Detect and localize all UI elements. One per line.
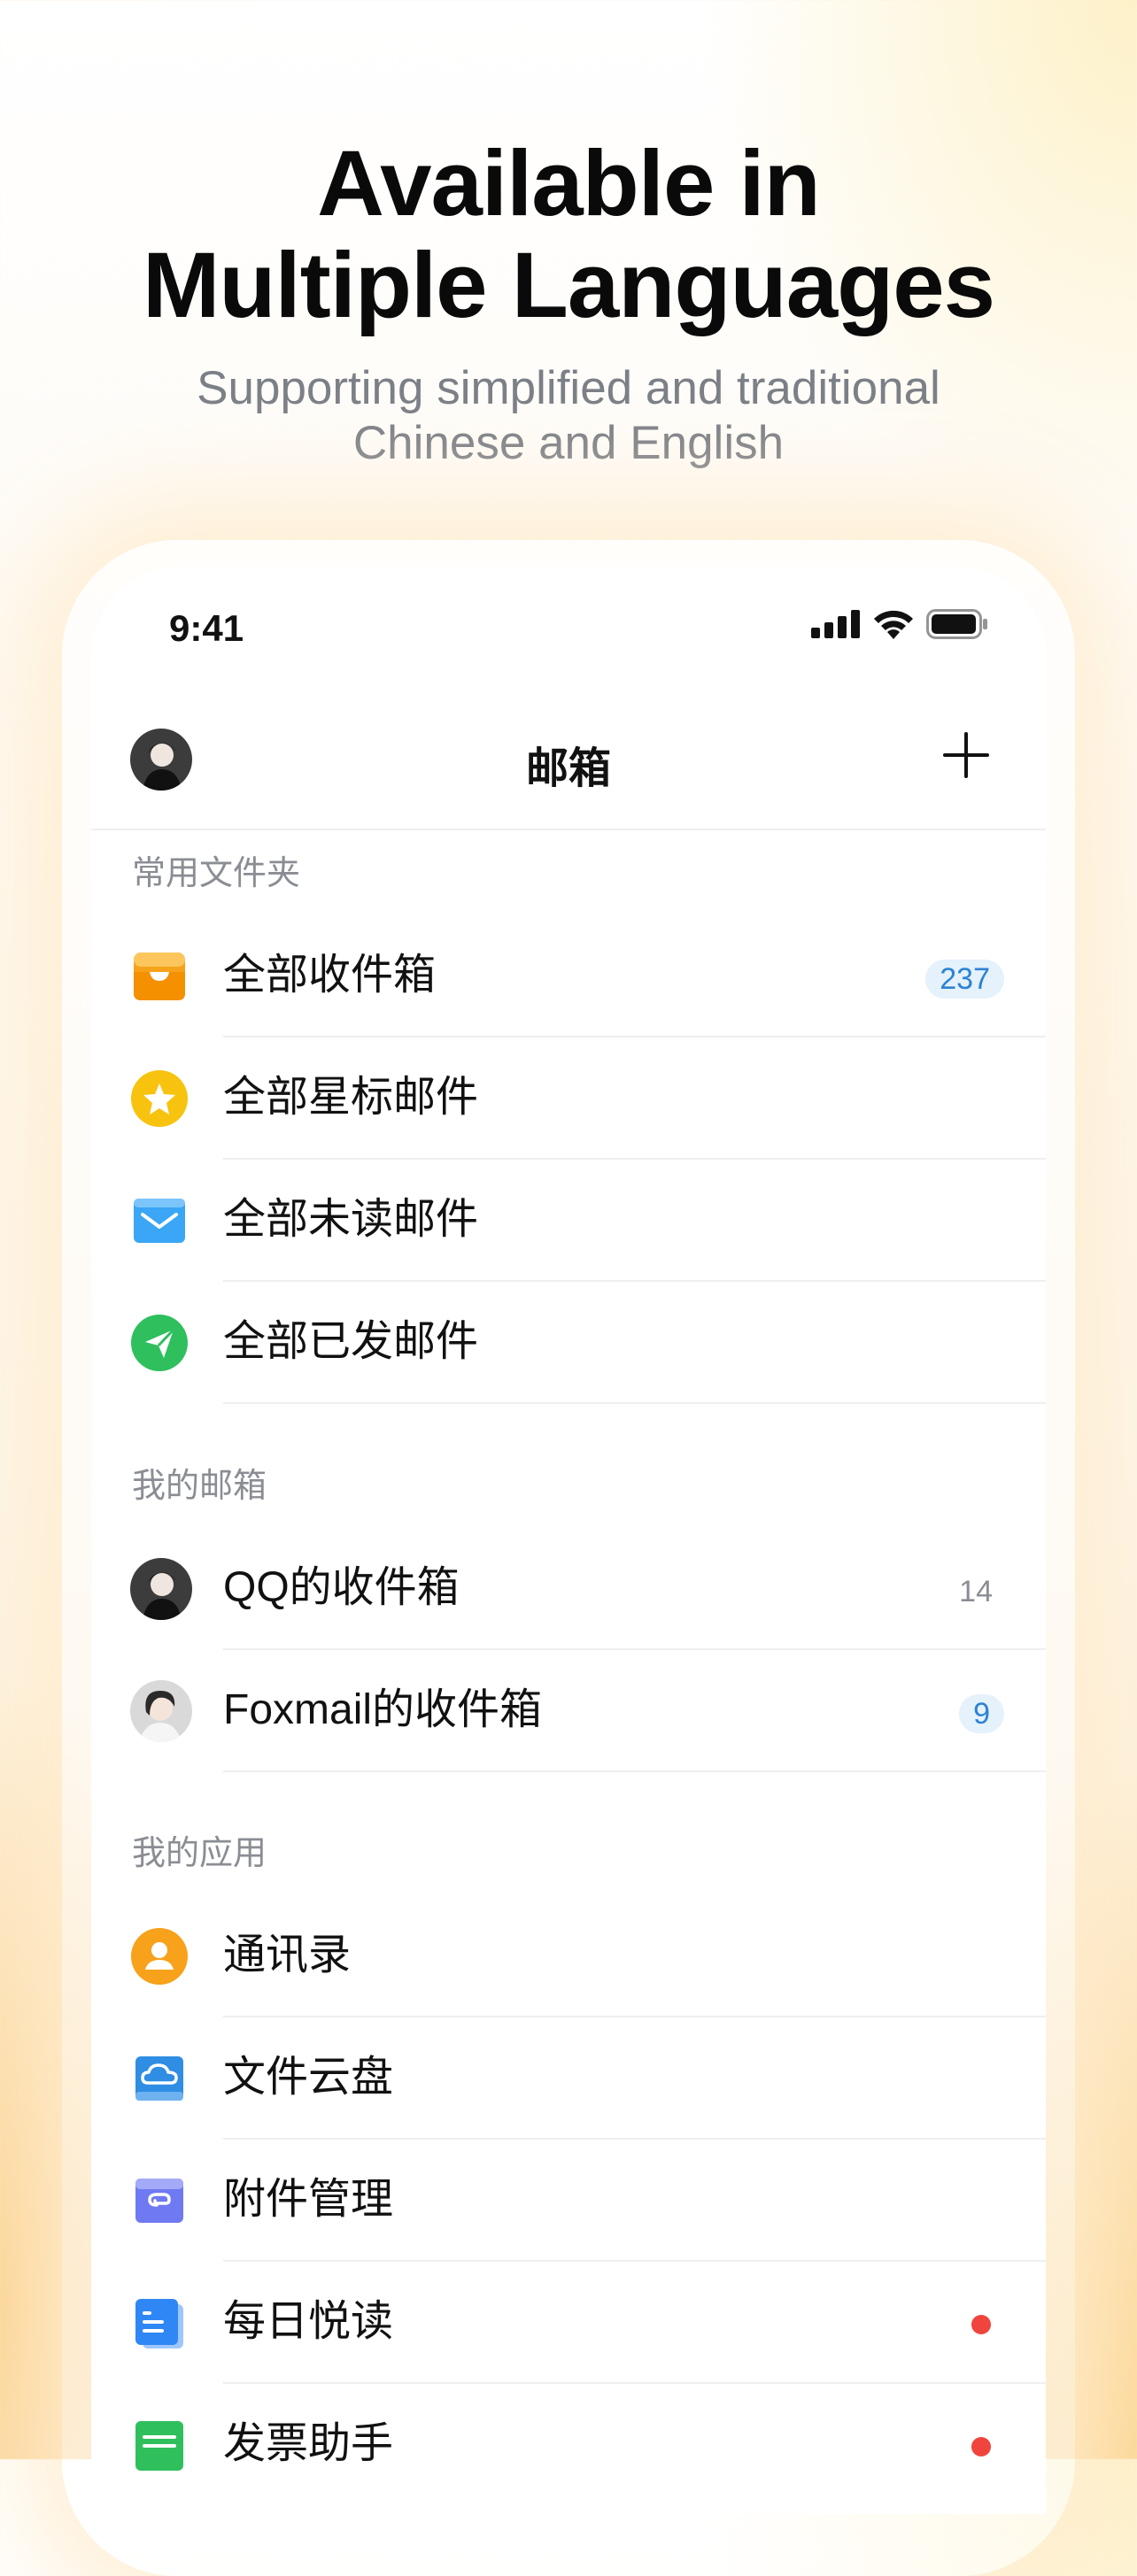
contacts-icon bbox=[131, 1928, 188, 1985]
foxmail-avatar bbox=[130, 1680, 192, 1742]
page-title: 邮箱 bbox=[525, 745, 611, 792]
section-my-apps: 我的应用 bbox=[132, 1835, 267, 1872]
hero: Available in Multiple Languages Supporti… bbox=[0, 133, 1137, 471]
inbox-icon bbox=[134, 953, 185, 1000]
status-bar: 9:41 bbox=[91, 567, 1046, 690]
signal-icon bbox=[811, 610, 860, 638]
app-label: 每日悦读 bbox=[223, 2298, 394, 2345]
attachment-icon bbox=[135, 2179, 183, 2223]
sent-icon bbox=[131, 1315, 188, 1371]
app-row-invoice[interactable]: 发票助手 bbox=[91, 2384, 1046, 2506]
mailbox-label: QQ的收件箱 bbox=[223, 1564, 460, 1611]
unread-mail-icon bbox=[134, 1199, 185, 1243]
folder-label: 全部已发邮件 bbox=[223, 1318, 479, 1365]
battery-icon bbox=[926, 609, 987, 639]
hero-subtitle-line1: Supporting simplified and traditional bbox=[197, 362, 940, 414]
mailbox-row-qq[interactable]: QQ的收件箱 14 bbox=[91, 1528, 1046, 1650]
hero-subtitle: Supporting simplified and traditional Ch… bbox=[0, 361, 1137, 471]
mailbox-count: 14 bbox=[959, 1575, 993, 1608]
mailbox-row-foxmail[interactable]: Foxmail的收件箱 9 bbox=[91, 1650, 1046, 1772]
app-row-attachments[interactable]: 附件管理 bbox=[91, 2140, 1046, 2262]
divider bbox=[223, 1770, 1046, 1772]
folder-row-all-inbox[interactable]: 全部收件箱 237 bbox=[91, 915, 1046, 1037]
app-label: 通讯录 bbox=[223, 1932, 352, 1978]
hero-subtitle-line2: Chinese and English bbox=[352, 417, 785, 469]
star-icon bbox=[131, 1070, 188, 1127]
app-row-daily-reading[interactable]: 每日悦读 bbox=[91, 2262, 1046, 2384]
nav-bar: 邮箱 bbox=[91, 690, 1046, 830]
folder-label: 全部星标邮件 bbox=[223, 1074, 479, 1121]
wifi-icon bbox=[874, 610, 913, 639]
unread-count-badge: 9 bbox=[959, 1694, 1004, 1733]
hero-title-line1: Available in bbox=[317, 132, 821, 235]
invoice-icon bbox=[135, 2421, 183, 2471]
new-indicator-dot bbox=[971, 2315, 991, 2334]
app-row-contacts[interactable]: 通讯录 bbox=[91, 1895, 1046, 2017]
add-icon[interactable] bbox=[940, 729, 993, 782]
cloud-drive-icon bbox=[135, 2056, 183, 2101]
app-label: 附件管理 bbox=[223, 2176, 394, 2223]
unread-count-badge: 237 bbox=[925, 960, 1004, 999]
section-common-folders: 常用文件夹 bbox=[132, 855, 301, 892]
folder-label: 全部未读邮件 bbox=[223, 1196, 479, 1243]
reading-icon bbox=[135, 2299, 183, 2348]
app-row-cloud-drive[interactable]: 文件云盘 bbox=[91, 2017, 1046, 2140]
phone-screen: 9:41 邮箱 常用文件夹 全部收件箱 237 全部星标邮件 全部未读邮件 全部… bbox=[91, 567, 1046, 2514]
mailbox-label: Foxmail的收件箱 bbox=[223, 1686, 543, 1733]
status-icons bbox=[811, 609, 988, 639]
folder-row-all-unread[interactable]: 全部未读邮件 bbox=[91, 1160, 1046, 1282]
divider bbox=[223, 1402, 1046, 1404]
app-label: 文件云盘 bbox=[223, 2054, 394, 2101]
qq-avatar bbox=[130, 1558, 192, 1620]
status-time: 9:41 bbox=[169, 607, 244, 649]
new-indicator-dot bbox=[971, 2437, 991, 2456]
app-label: 发票助手 bbox=[223, 2420, 394, 2467]
folder-row-all-starred[interactable]: 全部星标邮件 bbox=[91, 1037, 1046, 1160]
folder-label: 全部收件箱 bbox=[223, 952, 437, 999]
hero-title-line2: Multiple Languages bbox=[142, 234, 995, 337]
folder-row-all-sent[interactable]: 全部已发邮件 bbox=[91, 1282, 1046, 1404]
section-my-mailboxes: 我的邮箱 bbox=[132, 1468, 267, 1505]
hero-title: Available in Multiple Languages bbox=[0, 133, 1137, 336]
